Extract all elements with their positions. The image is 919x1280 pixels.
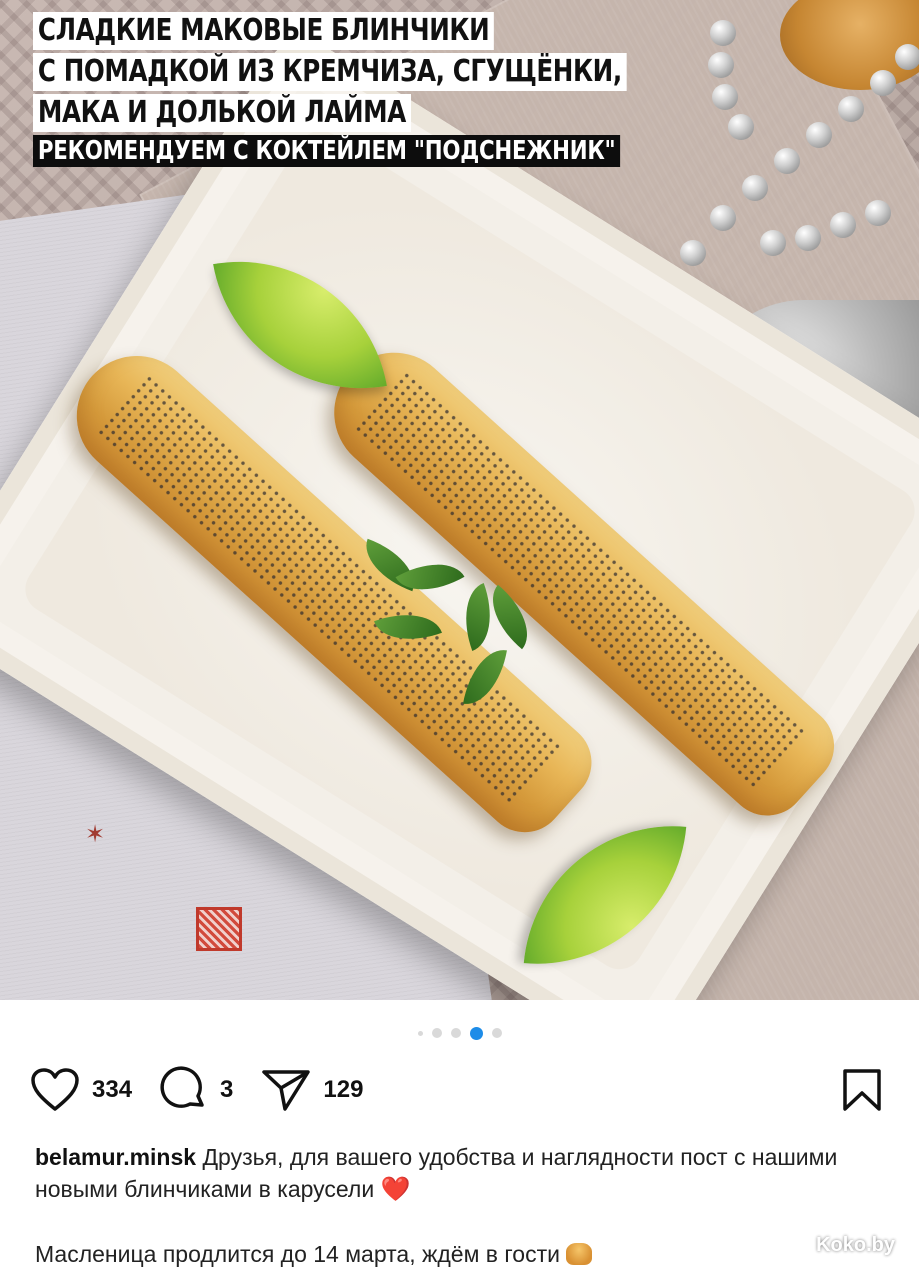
carousel-dot bbox=[431, 1028, 442, 1038]
bead bbox=[774, 148, 800, 174]
embroidery-star-icon: ✶ bbox=[84, 821, 106, 848]
bead bbox=[870, 70, 896, 96]
share-icon bbox=[262, 1070, 311, 1111]
bead bbox=[895, 44, 919, 70]
carousel-dot bbox=[417, 1030, 423, 1036]
bead bbox=[680, 240, 706, 266]
caption-second-text: Масленица продлится до 14 марта, ждём в … bbox=[35, 1241, 560, 1267]
likes-count[interactable]: 334 bbox=[92, 1076, 132, 1104]
heart-emoji-icon: ❤️ bbox=[380, 1176, 411, 1203]
heart-icon bbox=[31, 1068, 79, 1111]
carousel-dot bbox=[491, 1028, 502, 1038]
bead bbox=[742, 175, 768, 201]
like-button[interactable]: 334 bbox=[30, 1067, 132, 1113]
carousel-indicator bbox=[0, 1026, 919, 1040]
watermark: Koko.by bbox=[816, 1234, 895, 1256]
bead bbox=[710, 205, 736, 231]
bead bbox=[865, 200, 891, 226]
comment-icon bbox=[160, 1066, 204, 1108]
overlay-title-line: С ПОМАДКОЙ ИЗ КРЕМЧИЗА, СГУЩЁНКИ, bbox=[33, 53, 627, 91]
bead bbox=[806, 122, 832, 148]
pancake-emoji-icon bbox=[566, 1243, 593, 1265]
post-caption: belamur.minsk Друзья, для вашего удобств… bbox=[35, 1141, 885, 1206]
share-button[interactable]: 129 bbox=[261, 1067, 363, 1113]
embroidery-stamp bbox=[196, 907, 242, 951]
post-action-bar: 334 3 129 bbox=[30, 1062, 890, 1118]
carousel-dot-active bbox=[469, 1026, 483, 1040]
post-caption-second-line: Масленица продлится до 14 марта, ждём в … bbox=[35, 1238, 885, 1270]
overlay-title-line: МАКА И ДОЛЬКОЙ ЛАЙМА bbox=[33, 94, 411, 132]
overlay-title-line: СЛАДКИЕ МАКОВЫЕ БЛИНЧИКИ bbox=[33, 12, 495, 50]
bead bbox=[795, 225, 821, 251]
bead bbox=[838, 96, 864, 122]
username-link[interactable]: belamur.minsk bbox=[35, 1144, 196, 1170]
post-photo[interactable]: ✶ СЛАДКИЕ МАКОВЫЕ БЛИНЧИКИ С ПОМАДКОЙ ИЗ… bbox=[0, 0, 919, 1000]
comments-count[interactable]: 3 bbox=[220, 1076, 233, 1104]
bead bbox=[830, 212, 856, 238]
bookmark-button[interactable] bbox=[842, 1068, 882, 1117]
overlay-recommendation: РЕКОМЕНДУЕМ С КОКТЕЙЛЕМ "ПОДСНЕЖНИК" bbox=[33, 135, 621, 167]
photo-caption-overlay: СЛАДКИЕ МАКОВЫЕ БЛИНЧИКИ С ПОМАДКОЙ ИЗ К… bbox=[33, 12, 757, 167]
bead bbox=[760, 230, 786, 256]
carousel-dot bbox=[450, 1028, 461, 1038]
bookmark-icon bbox=[843, 1069, 881, 1111]
shares-count[interactable]: 129 bbox=[323, 1076, 363, 1104]
comment-button[interactable]: 3 bbox=[160, 1066, 233, 1114]
